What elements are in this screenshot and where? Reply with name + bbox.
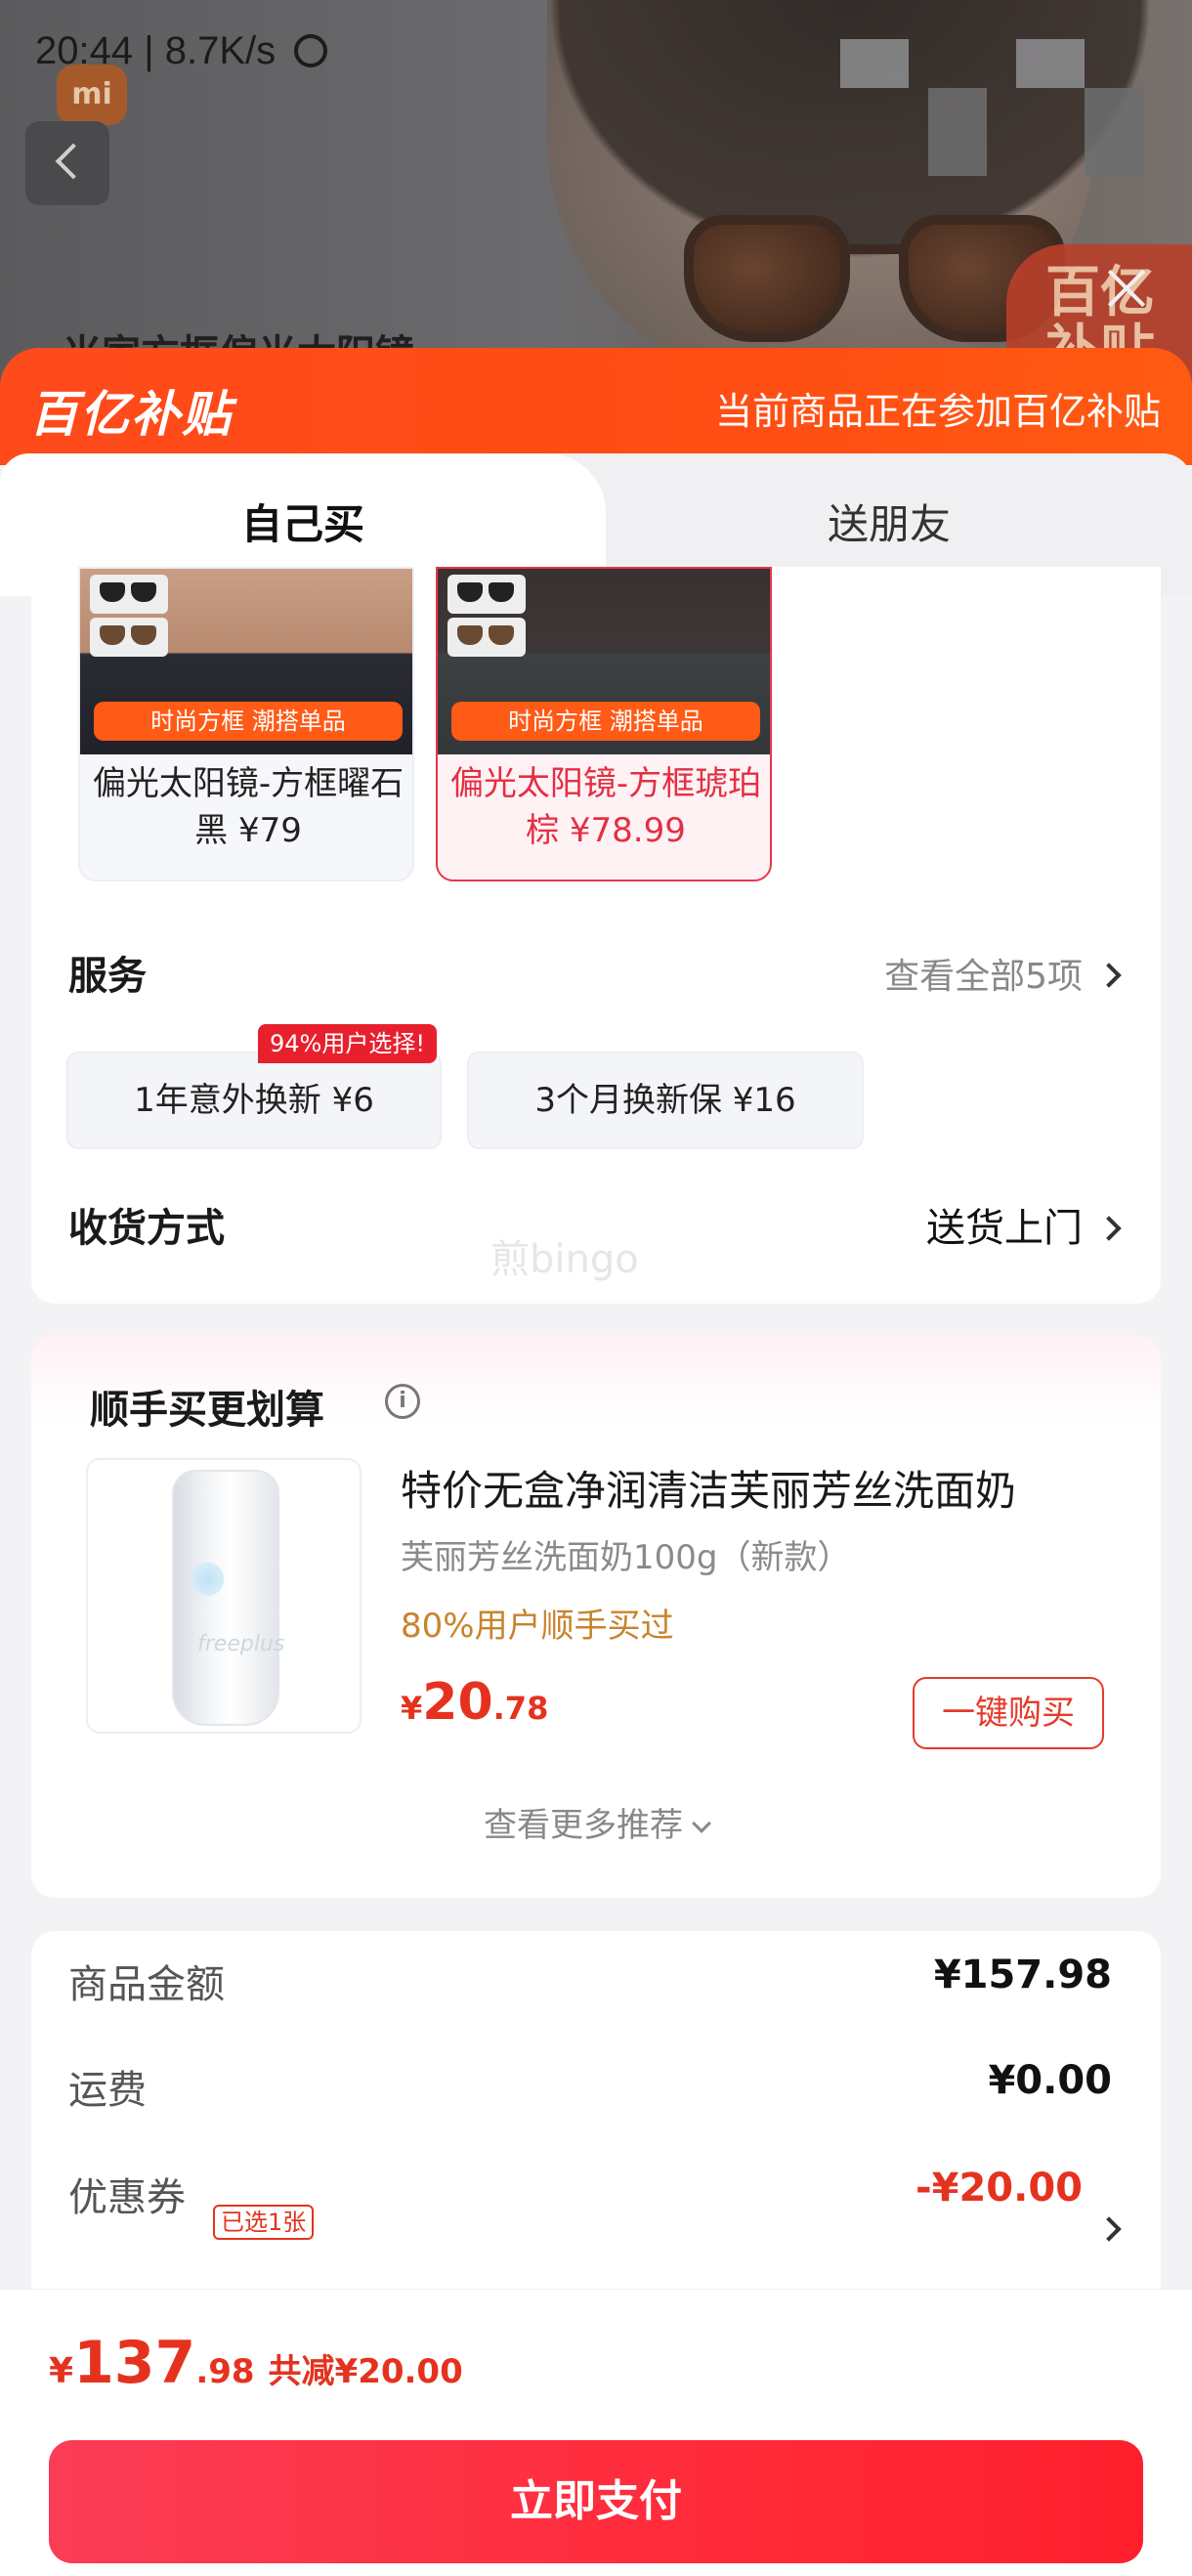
variant-option-black[interactable]: 时尚方框 潮搭单品 偏光太阳镜-方框曜石黑 ¥79 <box>78 567 414 881</box>
services-view-all[interactable]: 查看全部5项 <box>884 948 1122 999</box>
delivery-label: 收货方式 <box>68 1206 225 1251</box>
service-option-3month-replace[interactable]: 3个月换新保 ¥16 <box>467 1052 864 1149</box>
addon-title: 顺手买更划算 <box>90 1388 324 1433</box>
total-price-decimal: .98 <box>195 2352 255 2391</box>
addon-product-subtitle: 芙丽芳丝洗面奶100g（新款） <box>401 1538 851 1577</box>
price-decimal: .78 <box>492 1690 549 1727</box>
checkout-footer: ¥137.98 共减¥20.00 立即支付 <box>0 2289 1192 2576</box>
options-card: 时尚方框 潮搭单品 偏光太阳镜-方框曜石黑 ¥79 时尚方框 潮搭单品 偏光太阳… <box>31 567 1161 1304</box>
variant-photo: 时尚方框 潮搭单品 <box>80 569 412 754</box>
total-price: ¥137.98 共减¥20.00 <box>49 2329 463 2397</box>
more-recommendations-link[interactable]: 查看更多推荐 <box>31 1798 1161 1846</box>
variant-option-amber[interactable]: 时尚方框 潮搭单品 偏光太阳镜-方框琥珀棕 ¥78.99 <box>436 567 772 881</box>
addon-product-price: ¥20.78 <box>401 1673 548 1732</box>
shipping-label: 运费 <box>68 2068 147 2113</box>
mosaic-block <box>840 39 909 88</box>
chevron-right-icon <box>1096 963 1122 988</box>
close-icon[interactable] <box>1102 264 1151 313</box>
addon-product-title[interactable]: 特价无盒净润清洁芙丽芳丝洗面奶 <box>401 1458 1016 1518</box>
subtotal-label: 商品金额 <box>68 1962 225 2007</box>
back-button[interactable] <box>25 121 109 205</box>
sheet-header: 百亿补贴 当前商品正在参加百亿补贴 <box>0 348 1192 465</box>
subsidy-logo: 百亿补贴 <box>29 386 233 443</box>
glasses-thumbnail-icon <box>90 575 168 614</box>
total-price-integer: 137 <box>73 2329 196 2397</box>
variant-name: 偏光太阳镜-方框曜石黑 ¥79 <box>92 764 404 850</box>
watermark: 煎bingo <box>490 1237 639 1282</box>
coupon-selected-tag: 已选1张 <box>213 2205 315 2240</box>
coupon-value[interactable]: -¥20.00 <box>915 2166 1083 2211</box>
addon-product-image[interactable]: freeplus <box>86 1458 362 1734</box>
variant-photo: 时尚方框 潮搭单品 <box>438 569 770 754</box>
subtotal-value: ¥157.98 <box>933 1953 1112 1997</box>
mi-logo-icon: mi <box>57 64 127 125</box>
pay-now-button[interactable]: 立即支付 <box>49 2440 1143 2563</box>
alarm-icon <box>294 34 328 67</box>
chevron-down-icon <box>692 1814 711 1833</box>
sunglasses-bridge <box>850 244 909 254</box>
delivery-value: 送货上门 <box>926 1206 1083 1251</box>
price-symbol: ¥ <box>401 1690 423 1727</box>
mosaic-block <box>1016 39 1085 88</box>
delivery-method-selector[interactable]: 送货上门 <box>926 1196 1122 1253</box>
total-saving: 共减¥20.00 <box>268 2352 463 2391</box>
one-click-buy-button[interactable]: 一键购买 <box>913 1677 1104 1749</box>
mosaic-block <box>928 88 987 176</box>
chevron-right-icon[interactable] <box>1096 2216 1122 2242</box>
services-view-all-label: 查看全部5项 <box>884 957 1083 997</box>
variant-name: 偏光太阳镜-方框琥珀棕 ¥78.99 <box>449 764 762 850</box>
chevron-right-icon <box>1096 1216 1122 1241</box>
cleanser-tube <box>172 1470 279 1726</box>
glasses-thumbnail-icon <box>447 618 526 657</box>
variant-tag: 时尚方框 潮搭单品 <box>451 702 760 741</box>
total-price-symbol: ¥ <box>49 2351 74 2391</box>
variant-tag: 时尚方框 潮搭单品 <box>94 702 403 741</box>
addon-product-tip: 80%用户顺手买过 <box>401 1607 674 1646</box>
more-recommendations-label: 查看更多推荐 <box>484 1806 683 1845</box>
glasses-thumbnail-icon <box>447 575 526 614</box>
addon-recommendation-card: 顺手买更划算 i freeplus 特价无盒净润清洁芙丽芳丝洗面奶 芙丽芳丝洗面… <box>31 1335 1161 1898</box>
coupon-label: 优惠券 <box>68 2175 186 2220</box>
status-speed: 8.7K/s <box>164 29 277 72</box>
mosaic-block <box>1085 88 1143 176</box>
popular-choice-badge: 94%用户选择! <box>258 1024 437 1063</box>
subsidy-notice: 当前商品正在参加百亿补贴 <box>714 390 1161 433</box>
price-integer: 20 <box>422 1673 493 1732</box>
shipping-value: ¥0.00 <box>988 2058 1112 2103</box>
product-logo: freeplus <box>197 1632 285 1656</box>
service-option-accident-replace[interactable]: 1年意外换新 ¥6 <box>66 1052 442 1149</box>
services-label: 服务 <box>68 954 147 999</box>
sunglasses-lens-left <box>684 215 850 342</box>
info-icon[interactable]: i <box>385 1384 420 1419</box>
glasses-thumbnail-icon <box>90 618 168 657</box>
price-summary-card: 商品金额 ¥157.98 运费 ¥0.00 优惠券 已选1张 -¥20.00 <box>31 1931 1161 2322</box>
